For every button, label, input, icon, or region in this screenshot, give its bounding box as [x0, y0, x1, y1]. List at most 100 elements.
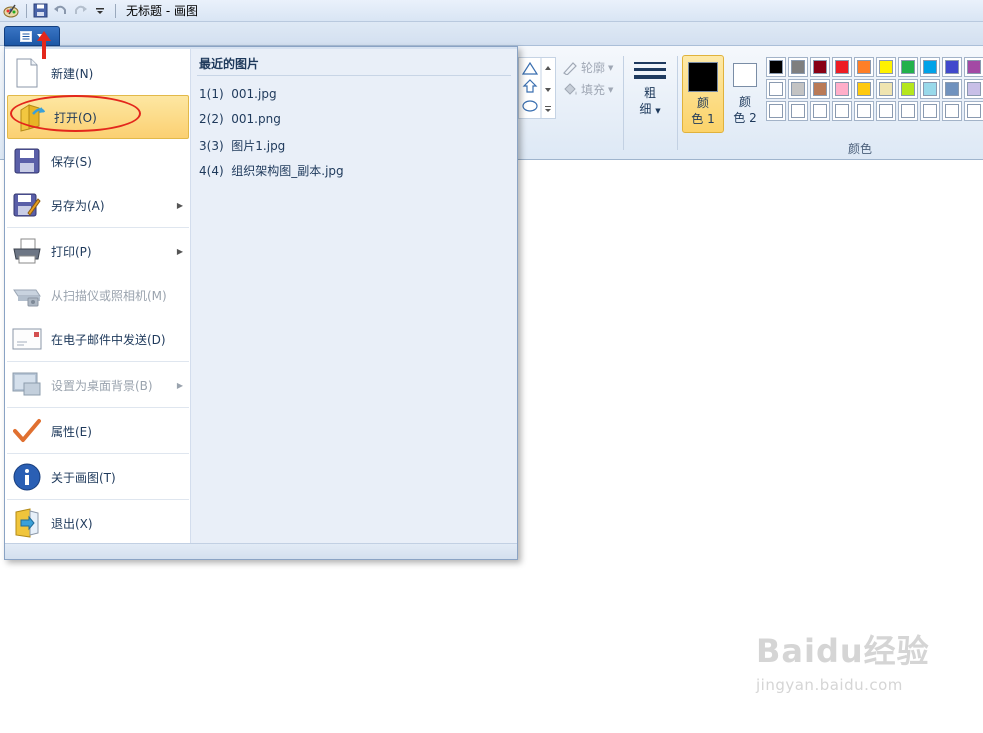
- palette-color-swatch[interactable]: [832, 101, 852, 121]
- palette-color-fill: [791, 60, 805, 74]
- open-folder-icon: [14, 101, 46, 133]
- recent-pictures-title: 最近的图片: [199, 57, 260, 71]
- checkmark-icon: [11, 415, 43, 447]
- outline-dropdown-icon: ▼: [608, 63, 614, 72]
- palette-color-swatch[interactable]: [942, 101, 962, 121]
- recent-pictures-divider: [197, 75, 511, 76]
- palette-color-swatch[interactable]: [942, 79, 962, 99]
- palette-color-swatch[interactable]: [766, 101, 786, 121]
- palette-color-swatch[interactable]: [898, 57, 918, 77]
- menu-item-from-scanner[interactable]: 从扫描仪或照相机(M): [5, 273, 191, 317]
- recent-item-index: 1(1): [199, 87, 224, 101]
- recent-item[interactable]: 4(4) 组织架构图_副本.jpg: [199, 162, 344, 179]
- quick-save-icon[interactable]: [31, 2, 49, 20]
- palette-color-swatch[interactable]: [920, 57, 940, 77]
- palette-color-swatch[interactable]: [920, 79, 940, 99]
- menu-item-new[interactable]: 新建(N): [5, 51, 191, 95]
- menu-item-save-as[interactable]: 另存为(A) ▶: [5, 183, 191, 227]
- palette-color-fill: [923, 82, 937, 96]
- menu-item-label: 设置为桌面背景(B): [51, 378, 153, 393]
- ribbon-group-separator: [677, 56, 678, 150]
- menu-item-properties[interactable]: 属性(E): [5, 409, 191, 453]
- palette-color-swatch[interactable]: [766, 79, 786, 99]
- menu-separator: [7, 227, 189, 228]
- palette-color-swatch[interactable]: [810, 79, 830, 99]
- menu-item-label: 关于画图(T): [51, 470, 116, 485]
- recent-item-index: 3(3): [199, 139, 224, 153]
- palette-color-swatch[interactable]: [832, 79, 852, 99]
- outline-button[interactable]: 轮廓 ▼: [562, 59, 613, 76]
- palette-color-swatch[interactable]: [766, 57, 786, 77]
- menu-item-label: 打印(P): [51, 244, 92, 259]
- scanner-icon: [11, 279, 43, 311]
- palette-color-fill: [769, 104, 783, 118]
- color1-label-top: 颜: [696, 96, 709, 110]
- menu-footer: [5, 543, 517, 559]
- palette-color-swatch[interactable]: [964, 79, 983, 99]
- menu-item-send-email[interactable]: 在电子邮件中发送(D): [5, 317, 191, 361]
- new-document-icon: [11, 57, 43, 89]
- palette-color-swatch[interactable]: [854, 79, 874, 99]
- palette-color-swatch[interactable]: [964, 57, 983, 77]
- desktop-icon: [11, 369, 43, 401]
- palette-color-fill: [857, 82, 871, 96]
- palette-color-swatch[interactable]: [942, 57, 962, 77]
- ribbon-tab-strip: [0, 22, 983, 46]
- color1-swatch: [688, 62, 718, 92]
- save-disk-icon: [11, 145, 43, 177]
- palette-color-swatch[interactable]: [810, 101, 830, 121]
- menu-item-exit[interactable]: 退出(X): [5, 501, 191, 545]
- palette-color-swatch[interactable]: [854, 101, 874, 121]
- menu-item-save[interactable]: 保存(S): [5, 139, 191, 183]
- palette-color-swatch[interactable]: [788, 57, 808, 77]
- undo-icon[interactable]: [51, 2, 69, 20]
- menu-item-set-desktop-background[interactable]: 设置为桌面背景(B) ▶: [5, 363, 191, 407]
- recent-item-name: 组织架构图_副本.jpg: [231, 164, 344, 178]
- palette-color-swatch[interactable]: [854, 57, 874, 77]
- palette-color-fill: [791, 82, 805, 96]
- save-as-icon: [11, 189, 43, 221]
- palette-color-swatch[interactable]: [876, 57, 896, 77]
- menu-item-print[interactable]: 打印(P) ▶: [5, 229, 191, 273]
- palette-color-fill: [769, 60, 783, 74]
- palette-color-swatch[interactable]: [810, 57, 830, 77]
- menu-item-label: 从扫描仪或照相机(M): [51, 288, 167, 303]
- palette-color-swatch[interactable]: [876, 79, 896, 99]
- palette-color-swatch[interactable]: [832, 57, 852, 77]
- palette-color-fill: [857, 104, 871, 118]
- paint-app-icon[interactable]: [2, 2, 20, 20]
- palette-color-swatch[interactable]: [898, 79, 918, 99]
- size-button[interactable]: 粗 细 ▼: [628, 58, 672, 119]
- ribbon-group-separator: [623, 56, 624, 150]
- fill-button[interactable]: 填充 ▼: [562, 81, 613, 98]
- customize-quick-access-icon[interactable]: [91, 2, 109, 20]
- palette-color-swatch[interactable]: [788, 101, 808, 121]
- color2-button[interactable]: 颜 色 2: [728, 55, 762, 133]
- paint-app-menu: 新建(N) 打开(O) 保存(S) 另存为(A) ▶ 打印(P) ▶ 从扫描仪或…: [4, 46, 518, 560]
- menu-item-about[interactable]: 关于画图(T): [5, 455, 191, 499]
- menu-item-open[interactable]: 打开(O): [7, 95, 189, 139]
- size-label-bottom: 细 ▼: [628, 101, 672, 119]
- palette-color-swatch[interactable]: [964, 101, 983, 121]
- recent-item[interactable]: 3(3) 图片1.jpg: [199, 137, 285, 154]
- color-palette: [766, 57, 983, 121]
- menu-separator: [7, 361, 189, 362]
- menu-list-icon: [19, 30, 32, 42]
- recent-item-name: 图片1.jpg: [231, 139, 286, 153]
- exit-icon: [11, 507, 43, 539]
- recent-item[interactable]: 2(2) 001.png: [199, 112, 281, 126]
- color2-label-bottom: 色 2: [733, 111, 757, 125]
- outline-brush-icon: [563, 61, 577, 75]
- menu-item-label: 退出(X): [51, 516, 93, 531]
- outline-label: 轮廓: [581, 61, 606, 75]
- redo-icon[interactable]: [71, 2, 89, 20]
- palette-color-swatch[interactable]: [920, 101, 940, 121]
- shapes-gallery-edge[interactable]: [518, 57, 556, 119]
- palette-color-swatch[interactable]: [898, 101, 918, 121]
- menu-commands: 新建(N) 打开(O) 保存(S) 另存为(A) ▶ 打印(P) ▶ 从扫描仪或…: [5, 49, 191, 543]
- menu-item-label: 打开(O): [54, 110, 97, 125]
- palette-color-swatch[interactable]: [876, 101, 896, 121]
- color1-button[interactable]: 颜 色 1: [682, 55, 724, 133]
- palette-color-swatch[interactable]: [788, 79, 808, 99]
- recent-item[interactable]: 1(1) 001.jpg: [199, 87, 277, 101]
